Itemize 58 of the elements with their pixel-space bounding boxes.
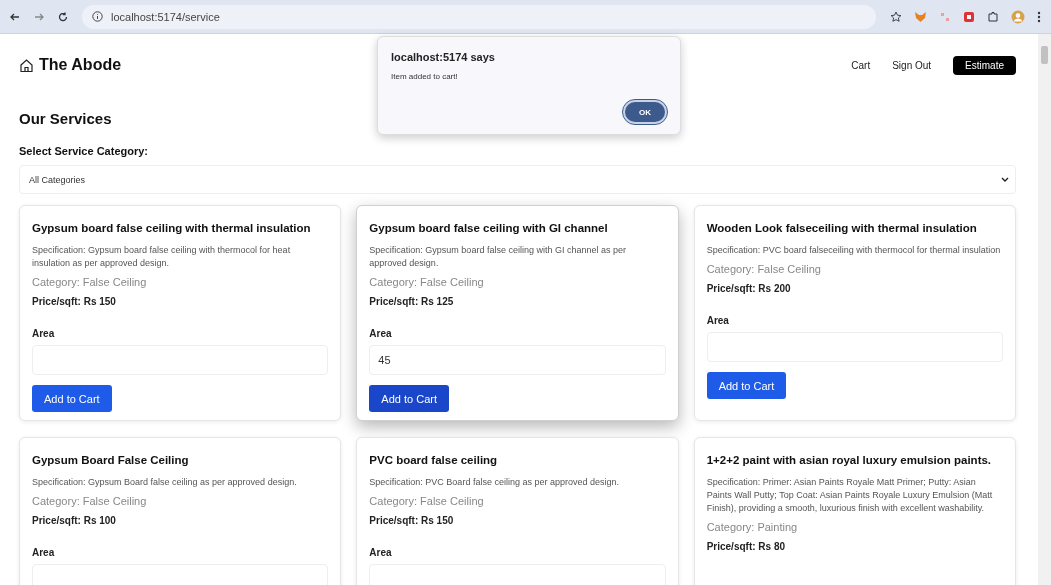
extension-icon[interactable] [963,10,975,23]
service-price: Price/sqft: Rs 125 [369,296,455,307]
service-specification: Specification: Gypsum board false ceiling with thermocol for heat insulation as per approved design. [32,244,292,270]
service-title: Gypsum board false ceiling with GI channel [369,221,609,236]
service-specification: Specification: PVC Board false ceiling as per approved design. [369,476,620,489]
service-price: Price/sqft: Rs 80 [706,541,787,552]
service-category: Category: False Ceiling [32,495,148,507]
service-title: Wooden Look falseceiling with thermal insulation [706,221,978,236]
service-price: Price/sqft: Rs 100 [32,515,117,526]
profile-icon[interactable] [1011,9,1025,24]
back-icon[interactable] [10,11,20,22]
category-select[interactable]: All Categories [19,165,1016,194]
info-icon[interactable] [92,11,103,22]
service-specification: Specification: Gypsum board false ceiling with GI channel as per approved design. [369,244,627,270]
service-category: Category: Painting [706,521,799,533]
service-title: PVC board false ceiling [369,453,499,468]
dialog-message: Item added to cart! [391,72,459,81]
service-specification: Specification: Primer: Asian Paints Royale Matt Primer; Putty: Asian Paints Wall Putty; Top Coat: Asian Paints Royale Luxury Emulsion (Matt Finish), providing a smooth, luxurious finish with excellent washability. [706,476,994,515]
service-specification: Specification: PVC board falseceiling with thermocol for thermal insulation [706,244,1002,257]
area-label: Area [369,547,392,558]
star-icon[interactable] [890,10,902,23]
service-category: Category: False Ceiling [369,276,485,288]
puzzle-icon[interactable] [987,10,999,23]
nav-link[interactable]: Sign Out [892,59,932,71]
service-category: Category: False Ceiling [706,263,822,275]
forward-icon[interactable] [34,11,44,22]
area-label: Area [32,328,55,339]
nav-link[interactable]: Cart [851,59,871,71]
address-bar[interactable]: localhost:5174/service [82,4,876,29]
service-specification: Specification: Gypsum Board false ceiling as per approved design. [32,476,298,489]
service-title: 1+2+2 paint with asian royal luxury emulsion paints. [706,453,993,468]
service-price: Price/sqft: Rs 150 [369,515,455,526]
add-to-cart-button[interactable]: Add to Cart [369,385,449,412]
service-title: Gypsum board false ceiling with thermal insulation [32,221,312,236]
area-label: Area [32,547,55,558]
area-label: Area [369,328,392,339]
menu-icon[interactable] [1037,10,1041,23]
category-label: Select Service Category: [19,145,148,157]
service-title: Gypsum Board False Ceiling [32,453,190,468]
ok-button[interactable]: OK [623,100,667,124]
add-to-cart-button[interactable]: Add to Cart [706,372,787,399]
dialog-title: localhost:5174 says [391,51,496,63]
service-price: Price/sqft: Rs 200 [706,283,792,294]
estimate-button[interactable]: Estimate [953,55,1016,75]
fox-icon[interactable] [914,10,927,23]
service-category: Category: False Ceiling [369,495,485,507]
scrollbar[interactable] [1038,34,1051,585]
house-icon [19,57,34,73]
reload-icon[interactable] [58,11,68,22]
service-price: Price/sqft: Rs 150 [32,296,117,307]
service-category: Category: False Ceiling [32,276,148,288]
area-input[interactable]: 45 [369,345,666,375]
url-text: localhost:5174/service [111,10,220,23]
add-to-cart-button[interactable]: Add to Cart [32,385,112,412]
page-title: Our Services [19,110,112,127]
area-label: Area [706,315,729,326]
chevron-down-icon [1001,176,1009,183]
brand-name: The Abode [39,56,122,74]
